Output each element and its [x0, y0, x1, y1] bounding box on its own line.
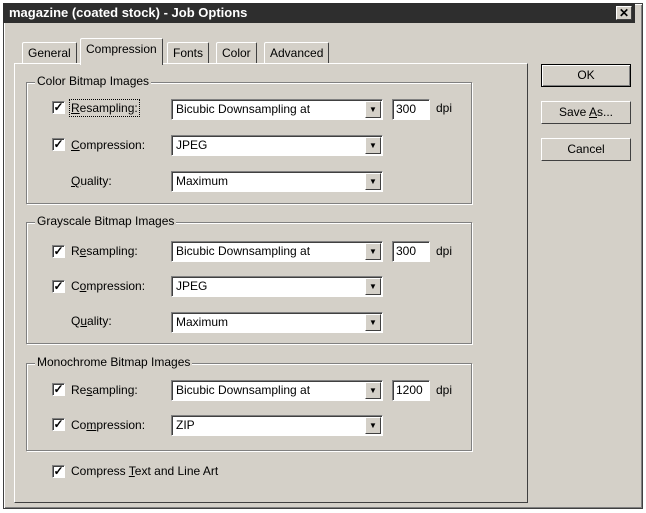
monochrome-compression-checkbox[interactable]: ✓ — [52, 418, 65, 431]
grayscale-resampling-value: Bicubic Downsampling at — [176, 244, 311, 258]
grayscale-resampling-checkbox[interactable]: ✓ — [52, 245, 65, 258]
grayscale-quality-value: Maximum — [176, 315, 229, 329]
save-as-button[interactable]: Save As... — [541, 101, 631, 124]
color-dpi-value: 300 — [396, 102, 417, 116]
grayscale-resampling-select[interactable]: Bicubic Downsampling at ▼ — [171, 241, 383, 262]
monochrome-resampling-value: Bicubic Downsampling at — [176, 383, 311, 397]
grayscale-compression-checkbox[interactable]: ✓ — [52, 280, 65, 293]
tab-fonts[interactable]: Fonts — [167, 42, 210, 64]
chevron-down-icon[interactable]: ▼ — [365, 243, 381, 260]
color-compression-select[interactable]: JPEG ▼ — [171, 135, 383, 156]
check-icon: ✓ — [53, 464, 64, 478]
color-compression-value: JPEG — [176, 138, 208, 152]
color-bitmap-title: Color Bitmap Images — [35, 74, 152, 88]
check-icon: ✓ — [53, 137, 64, 151]
color-dpi-input[interactable]: 300 — [392, 99, 430, 120]
check-icon: ✓ — [53, 417, 64, 431]
monochrome-compression-select[interactable]: ZIP ▼ — [171, 415, 383, 436]
tab-general-label: General — [28, 46, 71, 60]
tab-compression[interactable]: Compression — [80, 38, 163, 65]
check-icon: ✓ — [53, 279, 64, 293]
check-icon: ✓ — [53, 244, 64, 258]
tab-fonts-label: Fonts — [173, 46, 204, 60]
grayscale-dpi-value: 300 — [396, 244, 417, 258]
grayscale-bitmap-title: Grayscale Bitmap Images — [35, 214, 177, 228]
grayscale-compression-label: Compression: — [71, 279, 146, 293]
tab-general[interactable]: General — [22, 42, 77, 64]
tab-color-label: Color — [222, 46, 251, 60]
monochrome-resampling-label: Resampling: — [71, 383, 138, 397]
tab-color[interactable]: Color — [216, 42, 257, 64]
cancel-button[interactable]: Cancel — [541, 138, 631, 161]
monochrome-dpi-value: 1200 — [396, 383, 423, 397]
monochrome-bitmap-title: Monochrome Bitmap Images — [35, 355, 193, 369]
monochrome-dpi-input[interactable]: 1200 — [392, 380, 430, 401]
monochrome-bitmap-group: Monochrome Bitmap Images — [26, 355, 472, 451]
tab-advanced[interactable]: Advanced — [264, 42, 330, 64]
monochrome-compression-value: ZIP — [176, 418, 195, 432]
monochrome-resampling-checkbox[interactable]: ✓ — [52, 383, 65, 396]
title-bar: magazine (coated stock) - Job Options ✕ — [3, 3, 635, 23]
color-compression-label: Compression: — [71, 138, 146, 152]
color-dpi-unit: dpi — [436, 101, 453, 115]
tab-advanced-label: Advanced — [270, 46, 324, 60]
monochrome-compression-label: Compression: — [71, 418, 146, 432]
color-quality-select[interactable]: Maximum ▼ — [171, 171, 383, 192]
grayscale-compression-value: JPEG — [176, 279, 208, 293]
chevron-down-icon[interactable]: ▼ — [365, 382, 381, 399]
grayscale-compression-select[interactable]: JPEG ▼ — [171, 276, 383, 297]
color-quality-value: Maximum — [176, 174, 229, 188]
chevron-down-icon[interactable]: ▼ — [365, 278, 381, 295]
chevron-down-icon[interactable]: ▼ — [365, 173, 381, 190]
ok-button[interactable]: OK — [541, 64, 631, 87]
chevron-down-icon[interactable]: ▼ — [365, 314, 381, 331]
check-icon: ✓ — [53, 100, 64, 114]
check-icon: ✓ — [53, 382, 64, 396]
monochrome-resampling-select[interactable]: Bicubic Downsampling at ▼ — [171, 380, 383, 401]
color-resampling-checkbox[interactable]: ✓ — [52, 101, 65, 114]
color-resampling-select[interactable]: Bicubic Downsampling at ▼ — [171, 99, 383, 120]
compress-text-label: Compress Text and Line Art — [71, 464, 219, 478]
color-compression-checkbox[interactable]: ✓ — [52, 138, 65, 151]
color-resampling-label: Resampling: — [69, 99, 140, 117]
color-resampling-value: Bicubic Downsampling at — [176, 102, 311, 116]
compress-text-checkbox[interactable]: ✓ — [52, 465, 65, 478]
tab-compression-label: Compression — [86, 42, 157, 56]
chevron-down-icon[interactable]: ▼ — [365, 417, 381, 434]
grayscale-dpi-input[interactable]: 300 — [392, 241, 430, 262]
chevron-down-icon[interactable]: ▼ — [365, 137, 381, 154]
monochrome-dpi-unit: dpi — [436, 383, 453, 397]
close-icon: ✕ — [618, 6, 630, 20]
chevron-down-icon[interactable]: ▼ — [365, 101, 381, 118]
window-title: magazine (coated stock) - Job Options — [9, 5, 248, 20]
close-button[interactable]: ✕ — [616, 6, 632, 20]
color-quality-label: Quality: — [71, 174, 112, 188]
grayscale-resampling-label: Resampling: — [71, 244, 138, 258]
grayscale-dpi-unit: dpi — [436, 244, 453, 258]
grayscale-quality-select[interactable]: Maximum ▼ — [171, 312, 383, 333]
grayscale-quality-label: Quality: — [71, 314, 112, 328]
